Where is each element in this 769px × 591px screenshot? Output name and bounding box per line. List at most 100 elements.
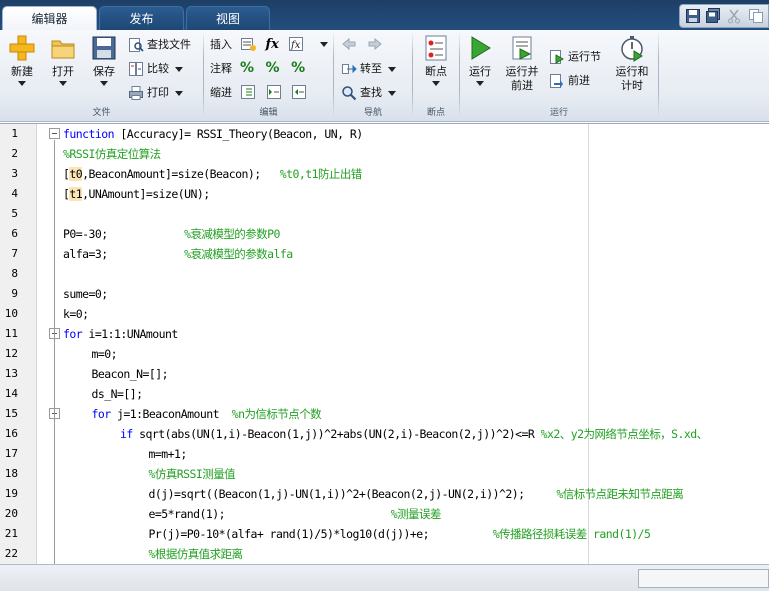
forward-arrow-icon[interactable]: [367, 36, 383, 52]
code-line[interactable]: if sqrt(abs(UN(1,i)-Beacon(1,j))^2+abs(U…: [120, 424, 708, 444]
save-button[interactable]: 保存: [87, 34, 121, 86]
code-line[interactable]: Beacon_N=[];: [92, 364, 169, 384]
code-keyword: if: [120, 427, 133, 441]
group-separator: [203, 32, 204, 118]
code-line[interactable]: e=5*rand(1); %测量误差: [149, 504, 442, 524]
open-button[interactable]: 打开: [46, 34, 80, 86]
line-number: 13: [4, 367, 18, 380]
save-icon[interactable]: [685, 8, 701, 24]
compare-dropdown-arrow[interactable]: [175, 66, 183, 72]
breakpoints-button[interactable]: 断点: [418, 34, 454, 86]
code-line[interactable]: %仿真RSSI测量值: [149, 464, 236, 484]
line-number: 4: [11, 187, 18, 200]
save-label: 保存: [93, 65, 115, 78]
code-comment: %测量误差: [390, 507, 442, 521]
run-and-advance-button[interactable]: 运行并 前进: [502, 34, 542, 93]
open-dropdown-arrow[interactable]: [59, 81, 67, 86]
line-number: 18: [4, 467, 18, 480]
insert-button[interactable]: 插入: [210, 35, 232, 55]
line-number: 5: [11, 207, 18, 220]
indent-button[interactable]: 缩进: [210, 83, 232, 103]
code-line[interactable]: [t1,UNAmount]=size(UN);: [63, 184, 210, 204]
code-line[interactable]: function [Accuracy]= RSSI_Theory(Beacon,…: [63, 124, 363, 144]
code-text: i=1:1:UNAmount: [82, 327, 178, 341]
decrease-indent-icon[interactable]: [291, 84, 307, 100]
code-line[interactable]: m=0;: [92, 344, 118, 364]
line-number: 6: [11, 227, 18, 240]
fold-guide-line: [54, 140, 55, 564]
run-and-time-label-1: 运行和: [615, 65, 649, 78]
breakpoints-dropdown-arrow[interactable]: [432, 81, 440, 86]
code-line[interactable]: for j=1:BeaconAmount %n为信标节点个数: [92, 404, 322, 424]
code-line[interactable]: [t0,BeaconAmount]=size(Beacon); %t0,t1防止…: [63, 164, 362, 184]
navigate-group-label: 导航: [363, 108, 382, 118]
new-button[interactable]: 新建: [6, 34, 38, 86]
insert-label: 插入: [210, 38, 232, 51]
copy-icon[interactable]: [748, 8, 764, 24]
fold-collapse-icon[interactable]: [49, 128, 60, 139]
code-line[interactable]: %根据仿真值求距离: [149, 544, 244, 564]
quick-access-toolbar: [679, 4, 769, 28]
print-button[interactable]: 打印: [128, 83, 183, 103]
save-all-icon[interactable]: [705, 8, 721, 24]
compare-button[interactable]: 比较: [128, 59, 183, 79]
code-text: m=0;: [91, 347, 118, 361]
group-separator: [658, 32, 659, 118]
run-play-icon: [471, 36, 491, 60]
code-line[interactable]: for i=1:1:UNAmount: [63, 324, 178, 344]
cut-icon[interactable]: [726, 8, 742, 24]
run-dropdown-arrow[interactable]: [476, 81, 484, 86]
plus-icon: [9, 35, 35, 61]
smart-indent-icon[interactable]: [240, 84, 256, 100]
code-line[interactable]: ds_N=[];: [92, 384, 144, 404]
uncomment-icon[interactable]: %: [266, 60, 280, 76]
wrap-comments-icon[interactable]: %: [291, 60, 305, 76]
line-number: 14: [4, 387, 18, 400]
advance-button[interactable]: 前进: [549, 71, 590, 91]
insert-section-icon[interactable]: [240, 36, 256, 52]
goto-button[interactable]: 转至: [341, 59, 396, 79]
new-dropdown-arrow[interactable]: [18, 81, 26, 86]
code-comment: %衰减模型的参数alfa: [184, 247, 293, 261]
line-number: 12: [4, 347, 18, 360]
insert-dropdown-arrow[interactable]: [319, 41, 328, 47]
code-line[interactable]: sume=0;: [63, 284, 108, 304]
comment-label: 注释: [210, 62, 232, 75]
code-line[interactable]: d(j)=sqrt((Beacon(1,j)-UN(1,i))^2+(Beaco…: [149, 484, 684, 504]
fx-icon[interactable]: fx: [266, 37, 279, 52]
code-line[interactable]: m=m+1;: [149, 444, 188, 464]
run-and-advance-label-2: 前进: [511, 79, 533, 92]
ribbon: 新建 打开 保存 查找文件 比较 打印 文件 插入 fx fx 注释 % % %…: [0, 30, 769, 122]
insert-function-icon[interactable]: fx: [288, 36, 304, 52]
code-line[interactable]: k=0;: [63, 304, 89, 324]
code-line[interactable]: alfa=3; %衰减模型的参数alfa: [63, 244, 293, 264]
run-button[interactable]: 运行: [464, 34, 496, 86]
find-button[interactable]: 查找: [341, 83, 396, 103]
tab-editor[interactable]: 编辑器: [2, 6, 97, 30]
run-section-button[interactable]: 运行节: [549, 47, 601, 67]
print-dropdown-arrow[interactable]: [175, 90, 183, 96]
increase-indent-icon[interactable]: [266, 84, 282, 100]
find-files-button[interactable]: 查找文件: [128, 35, 191, 55]
code-line[interactable]: P0=-30; %衰减模型的参数P0: [63, 224, 280, 244]
find-dropdown-arrow[interactable]: [388, 90, 396, 96]
comment-icon[interactable]: %: [240, 60, 254, 76]
line-number: 9: [11, 287, 18, 300]
line-number: 15: [4, 407, 18, 420]
tab-view[interactable]: 视图: [186, 6, 270, 30]
run-and-time-button[interactable]: 运行和 计时: [612, 34, 652, 93]
tab-publish[interactable]: 发布: [99, 6, 184, 30]
back-arrow-icon[interactable]: [341, 36, 357, 52]
code-line[interactable]: Pr(j)=P0-10*(alfa+ rand(1)/5)*log10(d(j)…: [149, 524, 651, 544]
code-editor[interactable]: 1 2 3 4 5 6 7 8 9 10 11 12 13 14 15 16 17 18 19 20 21 22 func…: [0, 123, 769, 564]
goto-dropdown-arrow[interactable]: [388, 66, 396, 72]
code-folding-column: [37, 124, 61, 564]
run-and-advance-icon: [512, 36, 532, 60]
comment-button[interactable]: 注释: [210, 59, 232, 79]
line-number: 22: [4, 547, 18, 560]
save-dropdown-arrow[interactable]: [100, 81, 108, 86]
code-text: sqrt(abs(UN(1,i)-Beacon(1,j))^2+abs(UN(2…: [132, 427, 541, 441]
group-separator: [333, 32, 334, 118]
code-line[interactable]: %RSSI仿真定位算法: [63, 144, 161, 164]
code-comment: %RSSI仿真定位算法: [63, 147, 161, 161]
